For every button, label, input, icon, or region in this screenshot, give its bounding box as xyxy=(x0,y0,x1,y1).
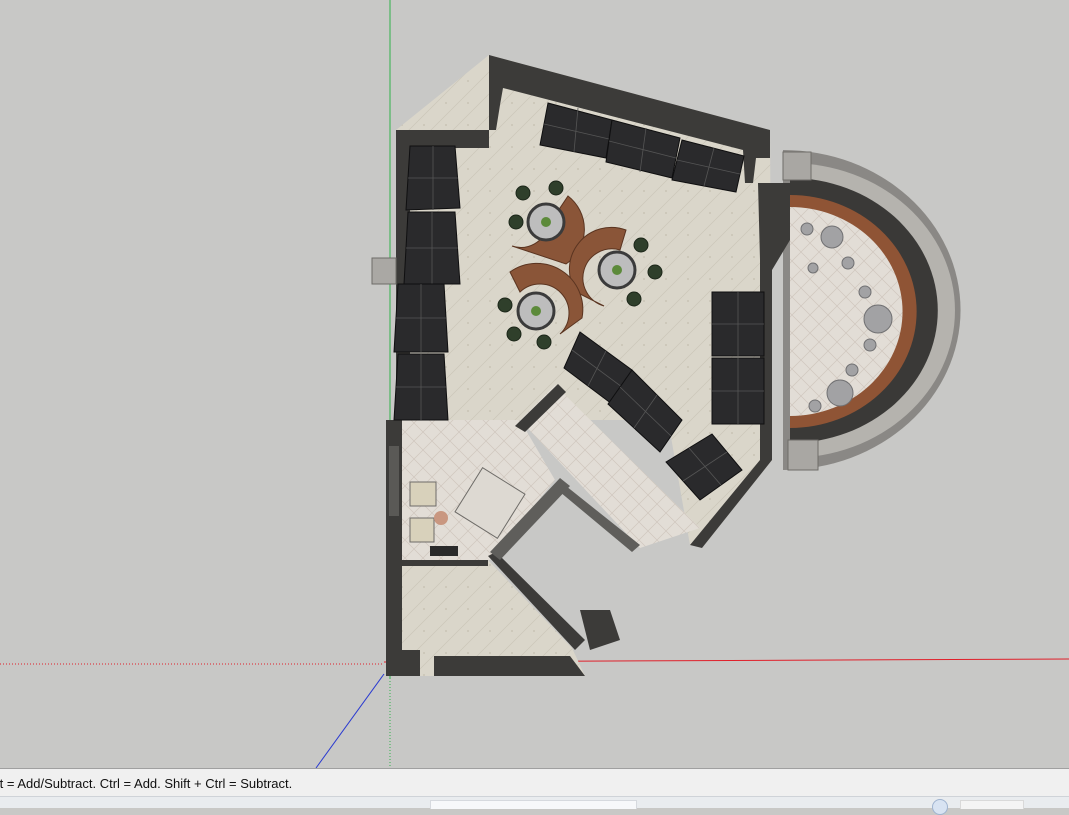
chair-icon xyxy=(409,481,437,507)
planter-icon xyxy=(548,180,564,196)
planter-icon xyxy=(647,264,663,280)
canopy-booth-icon xyxy=(711,291,765,357)
status-hint-text: ft = Add/Subtract. Ctrl = Add. Shift + C… xyxy=(0,776,293,791)
round-table-icon xyxy=(597,250,637,290)
planter-icon xyxy=(497,297,513,313)
canopy-booth-icon xyxy=(393,283,449,353)
side-table-icon xyxy=(434,511,448,525)
canopy-booth-icon xyxy=(405,145,461,211)
planter-icon xyxy=(508,214,524,230)
taskbar-app-icon[interactable] xyxy=(932,799,948,815)
chair-icon xyxy=(409,517,435,543)
planter-icon xyxy=(633,237,649,253)
taskbar-tray xyxy=(960,800,1024,809)
round-table-icon xyxy=(516,291,556,331)
taskbar xyxy=(0,796,1069,815)
modeling-viewport[interactable] xyxy=(0,0,1069,768)
canopy-booth-icon xyxy=(711,357,765,425)
canopy-booth-icon xyxy=(403,211,461,285)
round-table-icon xyxy=(526,202,566,242)
taskbar-search-field[interactable] xyxy=(430,800,637,809)
planter-icon xyxy=(515,185,531,201)
planter-icon xyxy=(536,334,552,350)
planter-icon xyxy=(626,291,642,307)
planter-icon xyxy=(506,326,522,342)
status-bar: ft = Add/Subtract. Ctrl = Add. Shift + C… xyxy=(0,768,1069,797)
canopy-booth-icon xyxy=(393,353,449,421)
